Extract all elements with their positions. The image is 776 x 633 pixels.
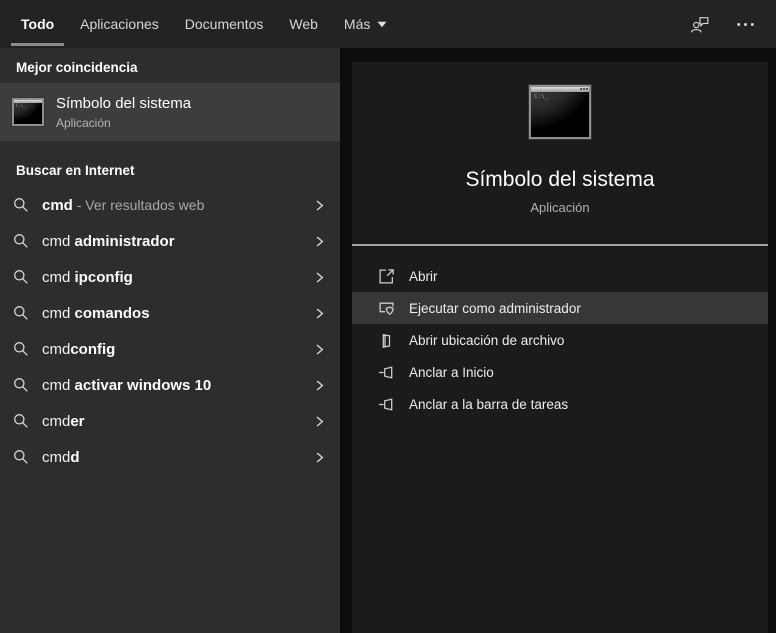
chevron-right-icon[interactable] — [313, 379, 326, 392]
user-feedback-icon[interactable] — [690, 14, 711, 35]
app-title: Símbolo del sistema — [352, 168, 768, 192]
admin-shield-icon — [378, 300, 395, 317]
best-match-subtitle: Aplicación — [56, 116, 191, 130]
suggestion-text: cmder — [42, 413, 85, 430]
web-search-suggestions: cmd - Ver resultados web cmd administrado… — [0, 187, 340, 475]
more-options-icon[interactable] — [735, 14, 756, 35]
chevron-right-icon[interactable] — [313, 451, 326, 464]
search-topbar: Todo Aplicaciones Documentos Web Más — [0, 0, 776, 48]
tab-label: Más — [344, 16, 370, 32]
search-icon — [13, 269, 29, 285]
action-label: Ejecutar como administrador — [409, 301, 581, 316]
context-actions: Abrir Ejecutar como administrador Abrir ub… — [352, 260, 768, 420]
tab-documentos[interactable]: Documentos — [172, 0, 277, 48]
search-icon — [13, 233, 29, 249]
action-anclar-a-inicio[interactable]: Anclar a Inicio — [352, 356, 768, 388]
tab-label: Todo — [21, 16, 54, 32]
preview-pane-background: C:\_ Símbolo del sistema Aplicación Abri… — [340, 48, 776, 633]
suggestion-text: cmd comandos — [42, 305, 150, 322]
chevron-right-icon[interactable] — [313, 307, 326, 320]
search-suggestion-item[interactable]: cmd administrador — [0, 223, 340, 259]
search-suggestion-item[interactable]: cmder — [0, 403, 340, 439]
chevron-right-icon[interactable] — [313, 235, 326, 248]
tab-todo[interactable]: Todo — [8, 0, 67, 48]
command-prompt-icon-large: C:\_ — [529, 85, 591, 139]
tab-aplicaciones[interactable]: Aplicaciones — [67, 0, 172, 48]
suggestion-text: cmd ipconfig — [42, 269, 133, 286]
search-results-panel: Mejor coincidencia C:\_ Símbolo del sist… — [0, 48, 340, 633]
action-label: Abrir — [409, 269, 438, 284]
suggestion-text: cmdd — [42, 449, 80, 466]
chevron-right-icon[interactable] — [313, 415, 326, 428]
chevron-right-icon[interactable] — [313, 271, 326, 284]
action-label: Abrir ubicación de archivo — [409, 333, 564, 348]
search-icon — [13, 197, 29, 213]
chevron-right-icon[interactable] — [313, 199, 326, 212]
action-anclar-a-la-barra-de-tareas[interactable]: Anclar a la barra de tareas — [352, 388, 768, 420]
search-suggestion-item[interactable]: cmd ipconfig — [0, 259, 340, 295]
action-label: Anclar a Inicio — [409, 365, 494, 380]
search-icon — [13, 413, 29, 429]
action-abrir-ubicacion-de-archivo[interactable]: Abrir ubicación de archivo — [352, 324, 768, 356]
search-suggestion-item[interactable]: cmd activar windows 10 — [0, 367, 340, 403]
filter-tabs: Todo Aplicaciones Documentos Web Más — [8, 0, 400, 48]
tab-label: Web — [289, 16, 318, 32]
file-location-icon — [378, 332, 395, 349]
best-match-item[interactable]: C:\_ Símbolo del sistema Aplicación — [0, 83, 340, 141]
search-icon — [13, 449, 29, 465]
best-match-header: Mejor coincidencia — [0, 48, 340, 82]
open-window-icon — [378, 268, 395, 285]
pin-icon — [378, 396, 395, 413]
search-suggestion-item[interactable]: cmdconfig — [0, 331, 340, 367]
command-prompt-icon: C:\_ — [12, 98, 44, 126]
action-ejecutar-como-administrador[interactable]: Ejecutar como administrador — [352, 292, 768, 324]
suggestion-text: cmd - Ver resultados web — [42, 197, 204, 214]
suggestion-text: cmd administrador — [42, 233, 175, 250]
search-suggestion-item[interactable]: cmd - Ver resultados web — [0, 187, 340, 223]
app-subtitle: Aplicación — [352, 200, 768, 215]
search-icon — [13, 341, 29, 357]
topbar-right-icons — [690, 14, 776, 35]
tab-label: Documentos — [185, 16, 264, 32]
tab-mas[interactable]: Más — [331, 0, 400, 48]
action-label: Anclar a la barra de tareas — [409, 397, 568, 412]
best-match-title: Símbolo del sistema — [56, 95, 191, 112]
divider — [352, 244, 768, 246]
search-icon — [13, 377, 29, 393]
preview-pane: C:\_ Símbolo del sistema Aplicación Abri… — [352, 62, 768, 633]
chevron-down-icon — [377, 21, 387, 28]
web-search-header: Buscar en Internet — [0, 151, 340, 185]
tab-web[interactable]: Web — [276, 0, 331, 48]
chevron-right-icon[interactable] — [313, 343, 326, 356]
suggestion-text: cmdconfig — [42, 341, 115, 358]
search-suggestion-item[interactable]: cmdd — [0, 439, 340, 475]
tab-label: Aplicaciones — [80, 16, 159, 32]
search-suggestion-item[interactable]: cmd comandos — [0, 295, 340, 331]
suggestion-text: cmd activar windows 10 — [42, 377, 211, 394]
search-icon — [13, 305, 29, 321]
app-hero: C:\_ Símbolo del sistema Aplicación — [352, 62, 768, 215]
action-abrir[interactable]: Abrir — [352, 260, 768, 292]
pin-icon — [378, 364, 395, 381]
